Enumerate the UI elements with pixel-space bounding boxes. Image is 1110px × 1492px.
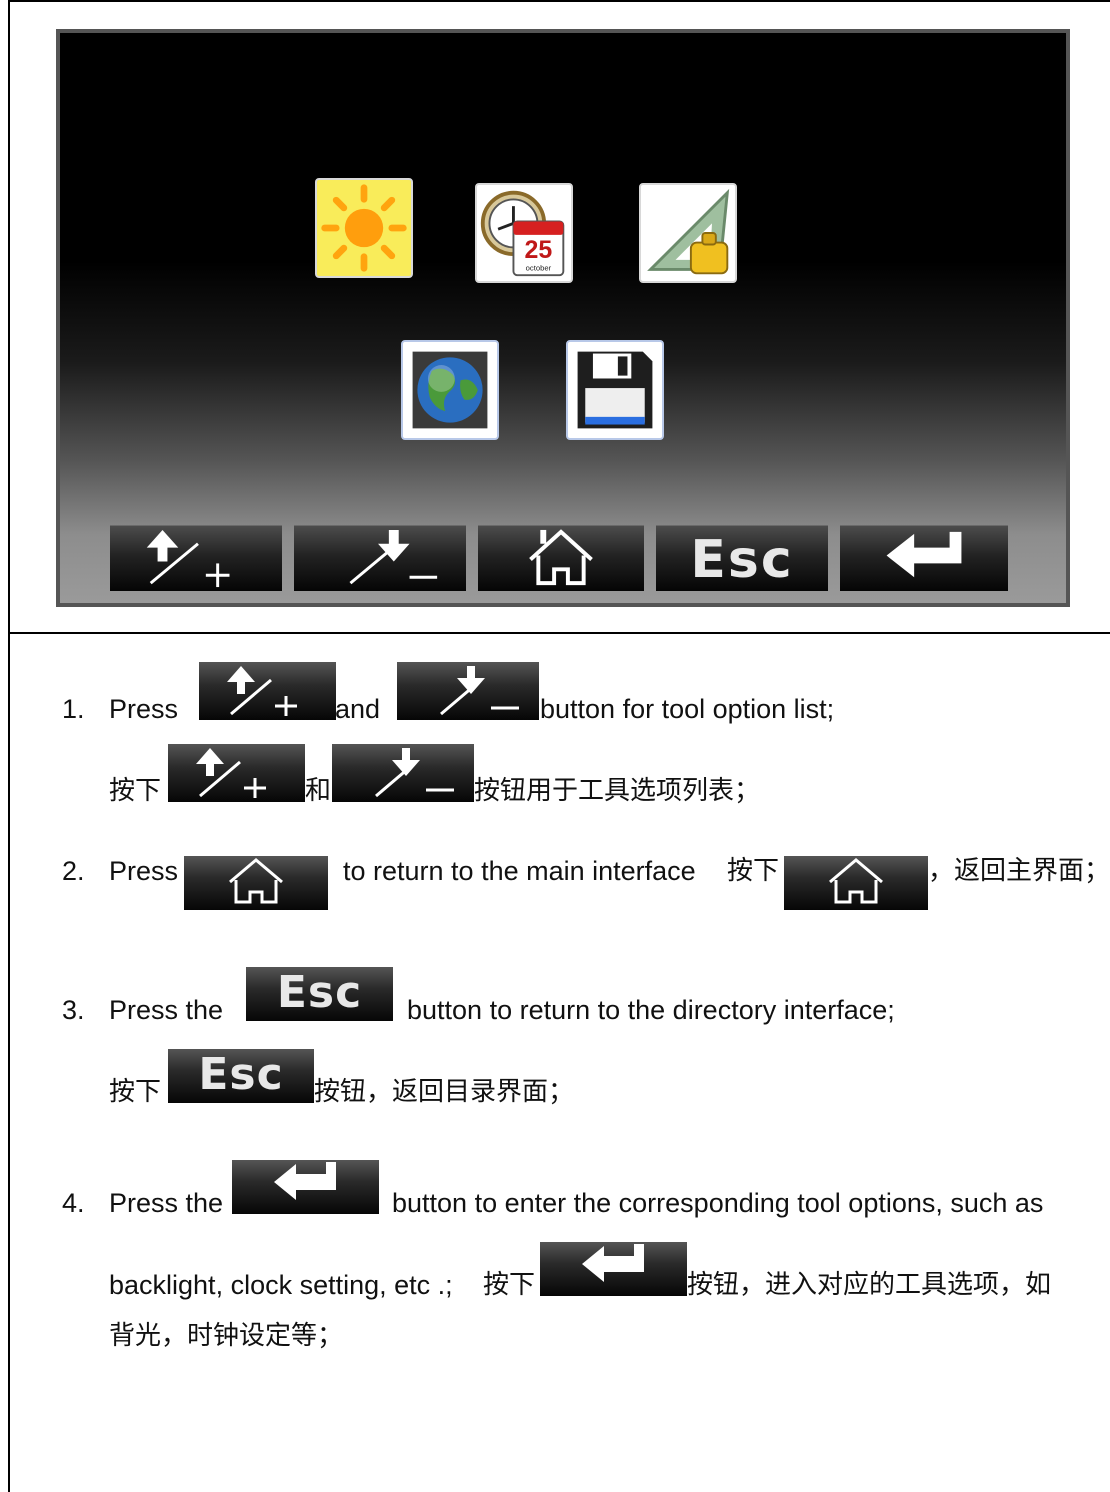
item-3-press: Press the xyxy=(109,995,224,1025)
enter-arrow-icon xyxy=(582,1244,644,1282)
enter-button[interactable] xyxy=(840,525,1008,591)
up-plus-icon xyxy=(146,529,230,588)
inline-up-plus-button xyxy=(199,662,336,720)
item-1-press: Press xyxy=(109,694,179,724)
esc-label: Esc xyxy=(690,530,794,590)
esc-label: Esc xyxy=(276,967,363,1018)
inline-esc-button-cn: Esc xyxy=(168,1049,314,1103)
item-4-cn-press: 按下 xyxy=(483,1270,536,1300)
inline-up-plus-button-cn xyxy=(168,744,305,802)
calendar-month: october xyxy=(526,263,552,272)
up-plus-icon xyxy=(196,748,266,798)
item-3-number: 3. xyxy=(62,995,85,1025)
esc-label: Esc xyxy=(198,1049,284,1100)
calendar-day: 25 xyxy=(525,236,553,264)
up-plus-button[interactable] xyxy=(110,525,282,591)
down-minus-icon xyxy=(349,529,438,585)
item-1-and: and xyxy=(335,694,381,724)
item-3-rest: button to return to the directory interf… xyxy=(407,995,895,1025)
item-2-cn-press: 按下 xyxy=(727,856,780,886)
down-minus-icon xyxy=(375,748,454,798)
item-4-press: Press the xyxy=(109,1188,224,1218)
floppy-disk-icon xyxy=(577,351,653,429)
inline-home-button-cn xyxy=(784,856,928,910)
home-icon xyxy=(229,858,283,904)
clock-calendar-icon: 25 october xyxy=(480,190,565,277)
sun-icon xyxy=(321,184,407,272)
home-button[interactable] xyxy=(478,525,644,591)
inline-home-button xyxy=(184,856,328,910)
item-1-rest: button for tool option list; xyxy=(540,694,835,724)
triangle-weight-icon xyxy=(647,188,730,275)
item-3-cn-rest: 按钮，返回目录界面； xyxy=(314,1077,575,1107)
item-2-press: Press xyxy=(109,856,179,886)
item-1-cn-press: 按下 xyxy=(109,776,162,806)
item-1-number: 1. xyxy=(62,694,85,724)
item-4-number: 4. xyxy=(62,1188,85,1218)
globe-icon xyxy=(412,351,488,429)
item-4-cn-rest: 按钮，进入对应的工具选项，如 xyxy=(687,1270,1052,1300)
item-1-cn-and: 和 xyxy=(305,776,332,806)
inline-down-minus-button-cn xyxy=(332,744,474,802)
item-4-line2: backlight, clock setting, etc .; xyxy=(109,1270,453,1300)
esc-button[interactable]: Esc xyxy=(656,525,828,591)
up-plus-icon xyxy=(227,666,297,716)
inline-down-minus-button xyxy=(397,662,539,720)
home-icon xyxy=(829,858,883,904)
item-2-cn-rest: ，返回主界面； xyxy=(928,856,1110,886)
inline-enter-button xyxy=(232,1160,379,1214)
backlight-tool[interactable] xyxy=(315,178,413,278)
calibration-tool[interactable] xyxy=(639,183,737,283)
item-2-rest: to return to the main interface xyxy=(343,856,696,886)
item-2-number: 2. xyxy=(62,856,85,886)
inline-esc-button: Esc xyxy=(246,967,393,1021)
save-tool[interactable] xyxy=(566,340,664,440)
device-screen: 25 october Esc xyxy=(56,29,1070,607)
down-minus-icon xyxy=(440,666,519,716)
item-4-rest: button to enter the corresponding tool o… xyxy=(392,1188,1044,1218)
softkey-bar: Esc xyxy=(110,525,1014,591)
home-icon xyxy=(529,529,593,586)
language-tool[interactable] xyxy=(401,340,499,440)
clock-tool[interactable]: 25 october xyxy=(475,183,573,283)
enter-arrow-icon xyxy=(886,531,962,578)
down-minus-button[interactable] xyxy=(294,525,466,591)
inline-enter-button-cn xyxy=(540,1242,687,1296)
item-1-cn-rest: 按钮用于工具选项列表； xyxy=(474,776,761,806)
table-divider xyxy=(8,632,1110,634)
enter-arrow-icon xyxy=(274,1162,336,1200)
item-4-cn-line3: 背光，时钟设定等； xyxy=(109,1321,344,1351)
item-3-cn-press: 按下 xyxy=(109,1077,162,1107)
